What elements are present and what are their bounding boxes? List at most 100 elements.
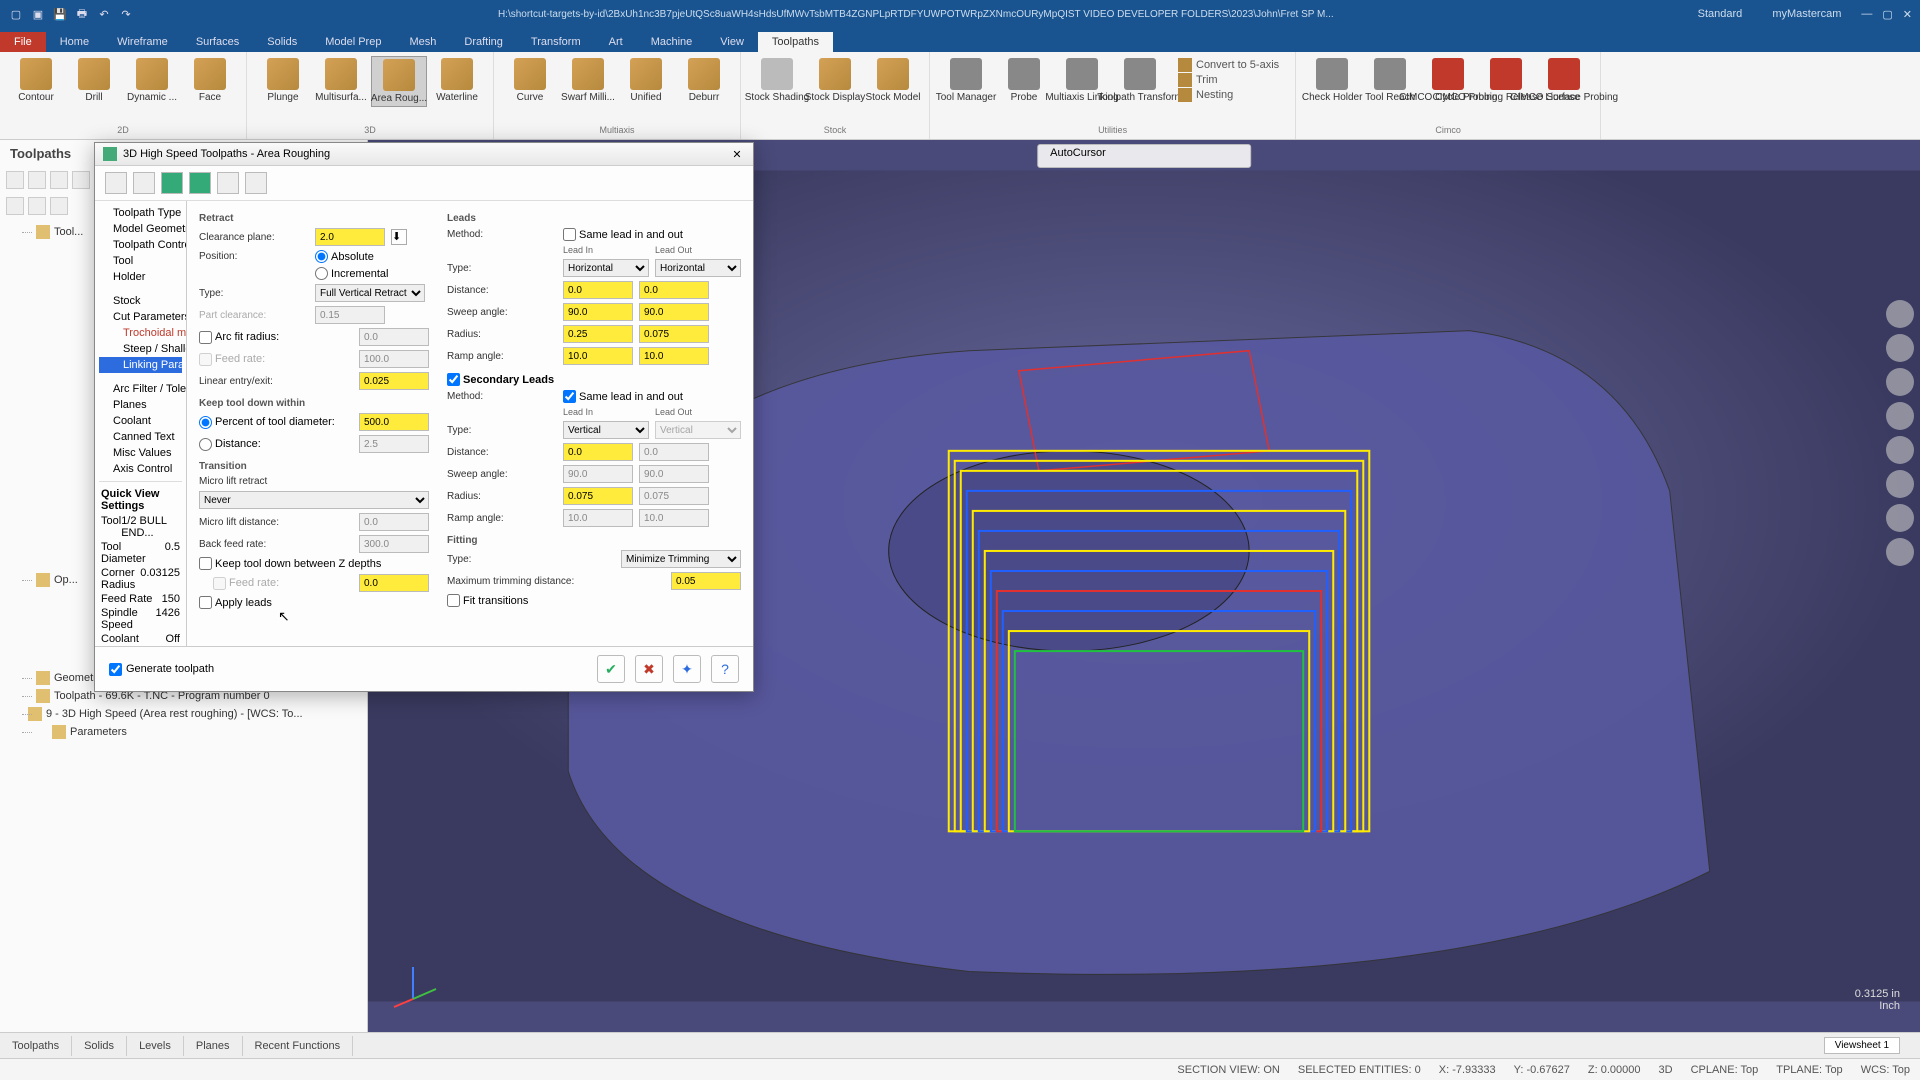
tp-btn-5[interactable] xyxy=(6,197,24,215)
chk-sameleads[interactable]: Same lead in and out xyxy=(563,228,683,241)
vp-btn-1[interactable] xyxy=(1116,147,1134,165)
print-icon[interactable]: 🖶 xyxy=(74,6,90,22)
dt-linkingparams[interactable]: Linking Parameters xyxy=(99,357,182,373)
dialog-titlebar[interactable]: 3D High Speed Toolpaths - Area Roughing … xyxy=(95,143,753,166)
dt-stock[interactable]: Stock xyxy=(99,293,182,309)
dlg-tool-5[interactable] xyxy=(217,172,239,194)
ribbon-contour[interactable]: Contour xyxy=(8,56,64,105)
tp-btn-4[interactable] xyxy=(72,171,90,189)
ribbon-plunge[interactable]: Plunge xyxy=(255,56,311,107)
dt-miscvalues[interactable]: Misc Values xyxy=(99,445,182,461)
ribbon-toolmanager[interactable]: Tool Manager xyxy=(938,56,994,105)
vp-ricon-7[interactable] xyxy=(1886,504,1914,532)
dlg-tool-1[interactable] xyxy=(105,172,127,194)
radio-pctdiam[interactable]: Percent of tool diameter: xyxy=(199,416,335,429)
status-cplane[interactable]: CPLANE: Top xyxy=(1691,1064,1759,1076)
chk-keepz[interactable]: Keep tool down between Z depths xyxy=(199,557,381,570)
menu-art[interactable]: Art xyxy=(595,32,637,52)
ribbon-face[interactable]: Face xyxy=(182,56,238,105)
ribbon-checkholder[interactable]: Check Holder xyxy=(1304,56,1360,105)
tp-btn-7[interactable] xyxy=(50,197,68,215)
apply-button[interactable]: ✦ xyxy=(673,655,701,683)
menu-solids[interactable]: Solids xyxy=(253,32,311,52)
input-lrad-in[interactable] xyxy=(563,325,633,343)
ribbon-surfaceprobing[interactable]: CIMCO Surface Probing xyxy=(1536,56,1592,105)
clearance-pick-icon[interactable]: ⬇ xyxy=(391,229,407,245)
btab-toolpaths[interactable]: Toolpaths xyxy=(0,1036,72,1056)
mymastercam-link[interactable]: myMastercam xyxy=(1772,8,1841,20)
vp-btn-3[interactable] xyxy=(1160,147,1178,165)
btab-planes[interactable]: Planes xyxy=(184,1036,243,1056)
vp-ricon-6[interactable] xyxy=(1886,470,1914,498)
vp-ricon-8[interactable] xyxy=(1886,538,1914,566)
dt-cannedtext[interactable]: Canned Text xyxy=(99,429,182,445)
dt-arcfilter[interactable]: Arc Filter / Tolerance xyxy=(99,381,182,397)
maximize-icon[interactable]: ▢ xyxy=(1882,8,1892,21)
menu-transform[interactable]: Transform xyxy=(517,32,595,52)
chk-secondary-leads[interactable]: Secondary Leads xyxy=(447,373,554,386)
ribbon-curve[interactable]: Curve xyxy=(502,56,558,105)
input-pctdiam[interactable] xyxy=(359,413,429,431)
dt-coolant[interactable]: Coolant xyxy=(99,413,182,429)
ribbon-convert5axis[interactable]: Convert to 5-axis xyxy=(1178,58,1279,72)
ribbon-unified[interactable]: Unified xyxy=(618,56,674,105)
radio-absolute[interactable]: Absolute xyxy=(315,250,374,263)
btab-recent[interactable]: Recent Functions xyxy=(243,1036,354,1056)
ribbon-stockdisplay[interactable]: Stock Display xyxy=(807,56,863,105)
tp-btn-3[interactable] xyxy=(50,171,68,189)
input-clearance[interactable] xyxy=(315,228,385,246)
ribbon-nesting[interactable]: Nesting xyxy=(1178,88,1279,102)
close-icon[interactable]: ✕ xyxy=(1903,8,1912,21)
tree-op9[interactable]: 9 - 3D High Speed (Area rest roughing) -… xyxy=(8,705,359,723)
ok-button[interactable]: ✔ xyxy=(597,655,625,683)
dt-modelgeometry[interactable]: Model Geometry xyxy=(99,221,182,237)
dlg-tool-2[interactable] xyxy=(133,172,155,194)
dt-holder[interactable]: Holder xyxy=(99,269,182,285)
dialog-close-icon[interactable]: ✕ xyxy=(729,148,745,161)
input-lramp-out[interactable] xyxy=(639,347,709,365)
vp-ricon-1[interactable] xyxy=(1886,300,1914,328)
dt-axiscontrol[interactable]: Axis Control xyxy=(99,461,182,477)
dt-cutparams[interactable]: Cut Parameters xyxy=(99,309,182,325)
chk-arcfit[interactable]: Arc fit radius: xyxy=(199,331,279,344)
input-ldist-out[interactable] xyxy=(639,281,709,299)
ribbon-multisurface[interactable]: Multisurfa... xyxy=(313,56,369,107)
ribbon-trim[interactable]: Trim xyxy=(1178,73,1279,87)
dt-toolpathtype[interactable]: Toolpath Type xyxy=(99,205,182,221)
vp-ricon-2[interactable] xyxy=(1886,334,1914,362)
chk-fittransitions[interactable]: Fit transitions xyxy=(447,594,528,607)
menu-surfaces[interactable]: Surfaces xyxy=(182,32,253,52)
input-linear[interactable] xyxy=(359,372,429,390)
undo-icon[interactable]: ↶ xyxy=(96,6,112,22)
open-icon[interactable]: ▣ xyxy=(30,6,46,22)
dlg-tool-4[interactable] xyxy=(189,172,211,194)
status-section[interactable]: SECTION VIEW: ON xyxy=(1177,1064,1279,1076)
menu-machine[interactable]: Machine xyxy=(637,32,707,52)
vp-autocursor[interactable]: AutoCursor xyxy=(1044,147,1112,165)
redo-icon[interactable]: ↷ xyxy=(118,6,134,22)
input-lsweep-out[interactable] xyxy=(639,303,709,321)
ribbon-dynamic[interactable]: Dynamic ... xyxy=(124,56,180,105)
vp-btn-2[interactable] xyxy=(1138,147,1156,165)
menu-file[interactable]: File xyxy=(0,32,46,52)
ribbon-swarf[interactable]: Swarf Milli... xyxy=(560,56,616,105)
sel-fitting-type[interactable]: Minimize Trimming xyxy=(621,550,741,568)
vp-btn-4[interactable] xyxy=(1182,147,1200,165)
menu-home[interactable]: Home xyxy=(46,32,103,52)
input-maxtrim[interactable] xyxy=(671,572,741,590)
menu-mesh[interactable]: Mesh xyxy=(395,32,450,52)
ribbon-toolpathtransform[interactable]: Toolpath Transform xyxy=(1112,56,1168,105)
tp-btn-2[interactable] xyxy=(28,171,46,189)
dt-steepshallow[interactable]: Steep / Shallow xyxy=(99,341,182,357)
btab-solids[interactable]: Solids xyxy=(72,1036,127,1056)
input-feedrate2[interactable] xyxy=(359,574,429,592)
vp-btn-6[interactable] xyxy=(1226,147,1244,165)
sel-sleadin-type[interactable]: Vertical xyxy=(563,421,649,439)
dt-tool[interactable]: Tool xyxy=(99,253,182,269)
status-tplane[interactable]: TPLANE: Top xyxy=(1776,1064,1842,1076)
input-srad-in[interactable] xyxy=(563,487,633,505)
ribbon-arearoughing[interactable]: Area Roug... xyxy=(371,56,427,107)
dt-trochoidal[interactable]: Trochoidal motion xyxy=(99,325,182,341)
chk-generate[interactable]: Generate toolpath xyxy=(109,663,214,676)
help-button[interactable]: ? xyxy=(711,655,739,683)
